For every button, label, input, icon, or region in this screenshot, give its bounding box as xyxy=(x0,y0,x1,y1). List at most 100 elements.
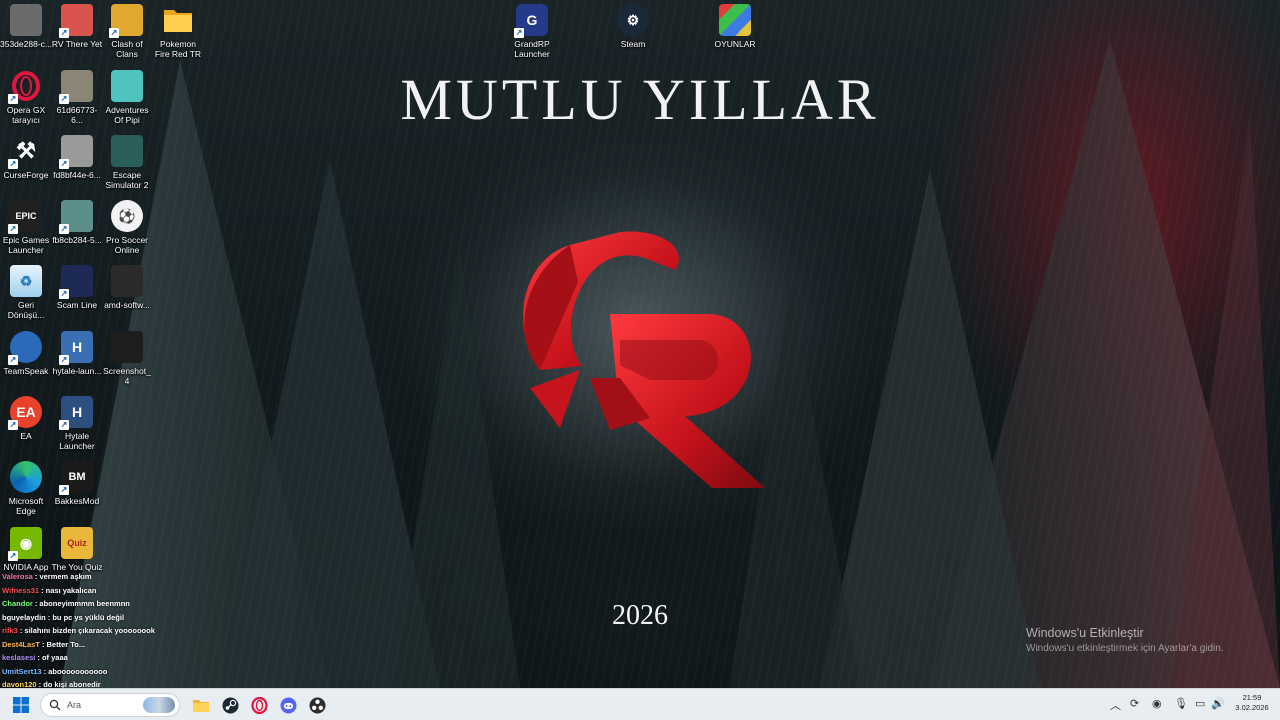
shortcut-arrow-icon: ↗ xyxy=(514,28,524,38)
chat-username: keslasesi xyxy=(2,653,36,662)
desktop-icon-label: TeamSpeak xyxy=(3,366,49,376)
desktop-icon-13[interactable]: ⚽ Pro Soccer Online xyxy=(101,200,153,255)
chat-text: : nası yakalıcan xyxy=(41,585,97,595)
tray-vpn-icon[interactable]: ◉ xyxy=(1152,697,1162,710)
game-icon: ↗ xyxy=(109,4,143,38)
folder-colorful-icon xyxy=(719,4,751,36)
desktop-icon-21[interactable]: H ↗ Hytale Launcher xyxy=(51,396,103,451)
tray-sync-icon[interactable]: ⟳ xyxy=(1130,697,1139,710)
desktop-icon-9[interactable]: ↗ fd8bf44e-6... xyxy=(51,135,103,180)
desktop-icon-2[interactable]: ↗ RV There Yet xyxy=(51,4,103,49)
game-icon: ↗ xyxy=(59,265,93,299)
taskbar-steam[interactable] xyxy=(219,694,241,716)
shortcut-arrow-icon: ↗ xyxy=(59,289,69,299)
desktop-icon-11[interactable]: EPIC ↗ Epic Games Launcher xyxy=(0,200,52,255)
activation-title: Windows'u Etkinleştir xyxy=(1026,626,1144,640)
desktop-icon-4[interactable]: Pokemon Fire Red TR xyxy=(152,4,204,59)
desktop-icon-label: BakkesMod xyxy=(54,496,100,506)
clock-date: 3.02.2026 xyxy=(1235,703,1269,712)
shortcut-arrow-icon: ↗ xyxy=(8,224,18,234)
taskbar-file-explorer[interactable] xyxy=(190,694,212,716)
shortcut-arrow-icon: ↗ xyxy=(59,485,69,495)
news-widget-icon xyxy=(143,697,175,713)
chat-message: bguyelaydin: bu pc ys yüklü değil xyxy=(2,611,202,625)
start-button[interactable] xyxy=(10,694,32,716)
steam-icon xyxy=(222,697,238,713)
stream-chat-overlay: Valerosa: vermem aşkım Wifness31: nası ya… xyxy=(2,570,202,692)
desktop-icon-3[interactable]: ↗ Clash of Clans xyxy=(101,4,153,59)
wallpaper-year: 2026 xyxy=(612,600,668,631)
chat-text: : vermem aşkım xyxy=(34,572,92,581)
tray-network-icon[interactable]: ▭ xyxy=(1195,697,1205,710)
desktop-icon-28[interactable]: OYUNLAR xyxy=(709,4,761,49)
file-explorer-icon xyxy=(193,700,209,712)
desktop-icon-15[interactable]: ↗ Scam Line xyxy=(51,265,103,310)
chat-text: : bu pc ys yüklü değil xyxy=(47,612,125,622)
opera-gx-icon xyxy=(250,696,268,714)
desktop-icon-label: Clash of Clans xyxy=(111,39,143,59)
gr-logo xyxy=(523,231,765,488)
desktop-icon-26[interactable]: G ↗ GrandRP Launcher xyxy=(506,4,558,59)
desktop-icon-6[interactable]: ↗ 61d66773-6... xyxy=(51,70,103,125)
taskbar-clock[interactable]: 21:59 3.02.2026 xyxy=(1228,693,1276,713)
desktop-icon-27[interactable]: ⚙ Steam xyxy=(607,4,659,49)
quiz-icon: Quiz xyxy=(61,527,93,559)
desktop-icon-8[interactable]: ⚒ ↗ CurseForge xyxy=(0,135,52,180)
desktop-icon-17[interactable]: ↗ TeamSpeak xyxy=(0,331,52,376)
chat-message: Valerosa: vermem aşkım xyxy=(2,570,202,584)
taskbar-opera-gx[interactable] xyxy=(248,694,270,716)
shortcut-arrow-icon: ↗ xyxy=(59,355,69,365)
desktop-icon-label: 353de288-c... xyxy=(0,39,52,49)
chat-text: : silahını bizden çıkaracak yoooooook xyxy=(19,626,155,635)
desktop-icon-label: Screenshot_4 xyxy=(103,366,151,386)
desktop-icon-label: 61d66773-6... xyxy=(56,105,98,125)
chat-text: : Better To... xyxy=(41,639,86,649)
shortcut-arrow-icon: ↗ xyxy=(8,551,18,561)
desktop-icon-label: Scam Line xyxy=(56,300,98,310)
desktop-icon-18[interactable]: H ↗ hytale-laun... xyxy=(51,331,103,376)
shortcut-arrow-icon: ↗ xyxy=(8,420,18,430)
desktop-icon-label: amd-softw... xyxy=(104,300,150,310)
tray-volume-icon[interactable]: 🔊 xyxy=(1211,697,1225,710)
desktop-icon-10[interactable]: Escape Simulator 2 xyxy=(101,135,153,190)
desktop-icon-7[interactable]: Adventures Of Pipi xyxy=(101,70,153,125)
tray-microphone-icon[interactable]: 🎙 xyxy=(1174,697,1188,710)
image-file-icon: ↗ xyxy=(59,70,93,104)
windows-activation-watermark: Windows'u Etkinleştir Windows'u etkinleş… xyxy=(1026,626,1224,654)
desktop-icon-1[interactable]: 353de288-c... xyxy=(0,4,52,49)
hytale-icon: H ↗ xyxy=(59,396,93,430)
desktop-icon-23[interactable]: BM ↗ BakkesMod xyxy=(51,461,103,506)
desktop-icon-24[interactable]: ◉ ↗ NVIDIA App xyxy=(0,527,52,572)
game-icon: ↗ xyxy=(59,4,93,38)
taskbar-discord[interactable] xyxy=(277,694,299,716)
tray-overflow-chevron-icon[interactable]: ︿ xyxy=(1110,697,1121,713)
desktop-icon-label: CurseForge xyxy=(3,170,49,180)
soccer-ball-icon: ⚽ xyxy=(111,200,143,232)
ea-icon: EA ↗ xyxy=(8,396,42,430)
chat-username: Dest4LasT xyxy=(2,639,40,649)
desktop-icon-5[interactable]: ↗ Opera GX tarayıcı xyxy=(0,70,52,125)
taskbar-obs[interactable] xyxy=(306,694,328,716)
chat-message: rifk3: silahını bizden çıkaracak yoooooo… xyxy=(2,624,202,638)
desktop-icon-22[interactable]: Microsoft Edge xyxy=(0,461,52,516)
desktop-icon-label: Escape Simulator 2 xyxy=(105,170,149,190)
shield-icon xyxy=(111,265,143,297)
curseforge-icon: ⚒ ↗ xyxy=(8,138,36,169)
desktop-icon-label: Hytale Launcher xyxy=(59,431,95,451)
image-file-icon xyxy=(111,331,143,363)
epic-games-icon: EPIC ↗ xyxy=(8,200,42,234)
desktop-icon-14[interactable]: ♻ Geri Dönüşü... xyxy=(0,265,52,320)
grandrp-icon: G ↗ xyxy=(514,4,548,38)
desktop-icon-25[interactable]: Quiz The You Quiz xyxy=(51,527,103,572)
desktop-icon-20[interactable]: EA ↗ EA xyxy=(0,396,52,441)
hytale-icon: H ↗ xyxy=(59,331,93,365)
taskbar-search-box[interactable]: Ara xyxy=(40,693,180,717)
edge-icon xyxy=(10,461,42,493)
desktop-icon-12[interactable]: ↗ fb8cb284-5... xyxy=(51,200,103,245)
shortcut-arrow-icon: ↗ xyxy=(59,28,69,38)
desktop-icon-label: GrandRP Launcher xyxy=(514,39,550,59)
desktop-icon-label: RV There Yet xyxy=(51,39,103,49)
desktop-icon-19[interactable]: Screenshot_4 xyxy=(101,331,153,386)
chat-username: bguyelaydin xyxy=(2,612,46,622)
desktop-icon-16[interactable]: amd-softw... xyxy=(101,265,153,310)
